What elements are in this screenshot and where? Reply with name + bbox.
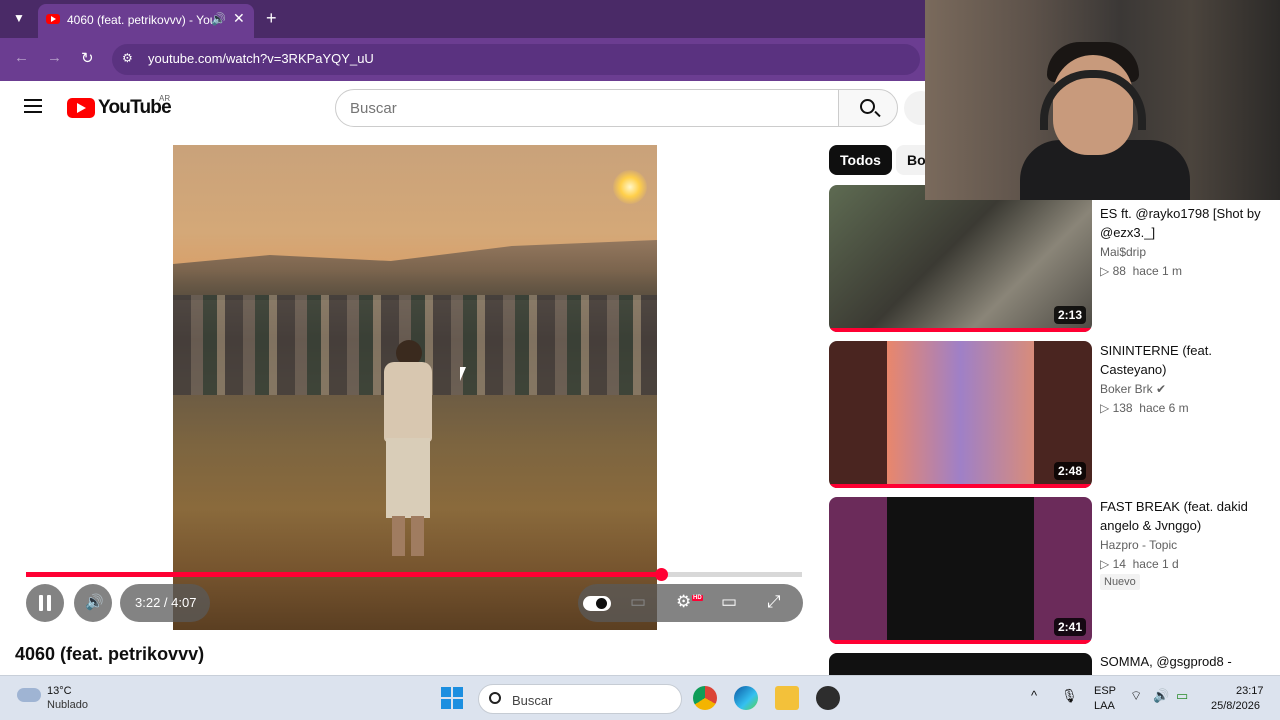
related-meta-3: ▷ 14 hace 1 d [1100, 557, 1179, 571]
youtube-favicon-icon [46, 14, 60, 24]
volume-icon: 🔊 [85, 594, 104, 611]
hills-image [173, 240, 657, 300]
edge-icon[interactable] [734, 686, 758, 710]
site-info-icon[interactable]: ⚙ [122, 51, 133, 65]
watched-bar [829, 328, 1092, 332]
taskbar-search-label: Buscar [512, 693, 553, 708]
input-language[interactable]: ESP [1094, 685, 1116, 697]
file-explorer-icon[interactable] [775, 686, 799, 710]
weather-temperature[interactable]: 13°C [47, 685, 72, 697]
chevron-up-icon[interactable]: ^ [1031, 688, 1037, 703]
youtube-header: YouTube AR [0, 81, 938, 136]
related-title-1[interactable]: ES ft. @rayko1798 [Shot by @ezx3._] [1100, 204, 1265, 242]
duration-badge: 2:41 [1053, 618, 1086, 636]
start-button[interactable] [441, 687, 463, 709]
cloud-icon[interactable] [17, 688, 41, 702]
fullscreen-icon[interactable]: ⤢ [767, 592, 781, 612]
taskbar-search[interactable]: Buscar [478, 684, 682, 714]
verified-icon: ✔ [1156, 382, 1167, 396]
person-image [378, 340, 438, 570]
wifi-icon[interactable]: ⌔ [1130, 688, 1142, 704]
theater-mode-icon[interactable]: ▭ [721, 592, 737, 612]
clock-time[interactable]: 23:17 [1236, 685, 1264, 697]
browser-tab-bar: ▼ 4060 (feat. petrikovvv) - You 🔊 ✕ + [0, 0, 925, 38]
related-channel-1[interactable]: Mai$drip [1100, 245, 1146, 259]
watched-bar [829, 484, 1092, 488]
related-thumbnail-2[interactable]: 2:48 [829, 341, 1092, 488]
related-channel-2[interactable]: Boker Brk ✔ [1100, 382, 1166, 396]
search-button[interactable] [838, 89, 898, 127]
time-display: 3:22 / 4:07 [120, 584, 210, 622]
volume-button[interactable]: 🔊 [74, 584, 112, 622]
youtube-logo-icon[interactable] [67, 98, 95, 118]
related-title-2[interactable]: SININTERNE (feat. Casteyano) [1100, 341, 1265, 379]
related-thumbnail-4[interactable] [829, 653, 1092, 675]
app-icon[interactable] [816, 686, 840, 710]
chrome-icon[interactable] [693, 686, 717, 710]
tab-close-icon[interactable]: ✕ [233, 10, 245, 27]
microphone-icon[interactable]: 🎙 [1061, 688, 1078, 704]
browser-toolbar: ← → ↻ ⚙ youtube.com/watch?v=3RKPaYQY_uU [0, 38, 925, 81]
battery-icon[interactable]: ▭ [1176, 688, 1188, 704]
progress-scrubber-handle[interactable] [654, 568, 668, 581]
related-title-4[interactable]: SOMMA, @gsgprod8 - [1100, 652, 1265, 671]
related-meta-1: ▷ 88 hace 1 m [1100, 264, 1182, 278]
related-thumbnail-3[interactable]: 2:41 [829, 497, 1092, 644]
reload-icon[interactable]: ↻ [81, 49, 94, 67]
hd-badge: HD [692, 595, 703, 601]
settings-gear-icon[interactable]: ⚙ [676, 592, 691, 612]
mouse-cursor-icon [460, 367, 466, 381]
autoplay-toggle[interactable] [583, 596, 611, 611]
video-progress-bar[interactable] [26, 568, 802, 581]
related-channel-3[interactable]: Hazpro - Topic [1100, 538, 1177, 552]
speaker-icon[interactable]: 🔊 [1153, 688, 1169, 704]
search-icon [489, 692, 501, 704]
progress-played [26, 572, 661, 577]
tab-audio-icon[interactable]: 🔊 [211, 12, 226, 26]
windows-taskbar: 13°C Nublado Buscar ^ 🎙 ESP LAA ⌔ 🔊 ▭ 23… [0, 675, 1280, 720]
weather-description[interactable]: Nublado [47, 699, 88, 711]
subtitles-icon[interactable]: ▭ [630, 592, 646, 612]
duration-badge: 2:48 [1053, 462, 1086, 480]
new-tab-button[interactable]: + [266, 8, 277, 29]
clock-date[interactable]: 25/8/2026 [1211, 700, 1260, 712]
watched-bar [829, 640, 1092, 644]
search-box [335, 89, 839, 127]
country-code: AR [159, 94, 171, 103]
related-thumbnail-1[interactable]: 2:13 [829, 185, 1092, 332]
time-text: 3:22 / 4:07 [135, 595, 197, 610]
address-bar[interactable]: ⚙ youtube.com/watch?v=3RKPaYQY_uU [112, 44, 920, 75]
pause-button[interactable] [26, 584, 64, 622]
sun-image [613, 170, 647, 204]
search-icon [860, 99, 875, 114]
video-frame[interactable] [173, 145, 657, 630]
forward-arrow-icon[interactable]: → [47, 49, 62, 66]
related-title-3[interactable]: FAST BREAK (feat. dakid angelo & Jvnggo) [1100, 497, 1265, 535]
video-title: 4060 (feat. petrikovvv) [15, 644, 205, 664]
duration-badge: 2:13 [1053, 306, 1086, 324]
search-input[interactable] [350, 98, 820, 118]
hamburger-menu-icon[interactable] [24, 99, 42, 113]
back-arrow-icon[interactable]: ← [14, 49, 29, 66]
new-badge: Nuevo [1100, 574, 1140, 590]
related-meta-2: ▷ 138 hace 6 m [1100, 401, 1189, 415]
tab-search-dropdown-icon[interactable]: ▼ [10, 11, 28, 27]
webcam-overlay [925, 0, 1280, 200]
browser-tab-active[interactable]: 4060 (feat. petrikovvv) - You 🔊 ✕ [38, 4, 254, 38]
chip-todos[interactable]: Todos [829, 145, 892, 175]
input-layout[interactable]: LAA [1094, 700, 1115, 712]
url-text: youtube.com/watch?v=3RKPaYQY_uU [148, 51, 374, 66]
